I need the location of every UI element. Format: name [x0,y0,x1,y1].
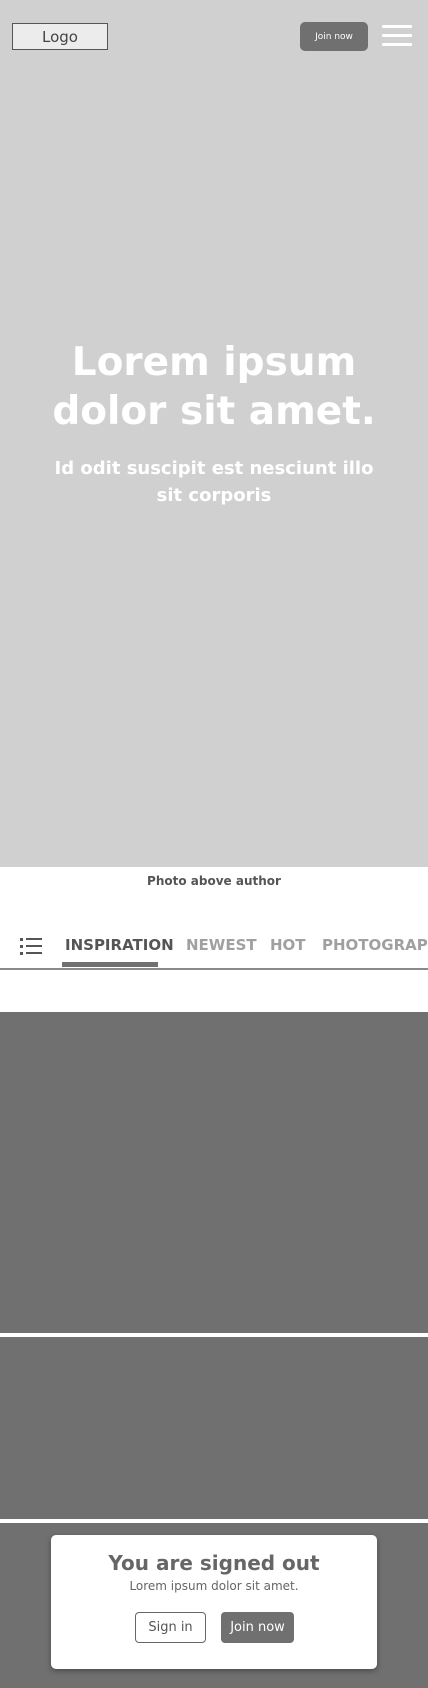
tab-photography[interactable]: PHOTOGRAPHY [322,936,428,966]
signed-out-card: You are signed out Lorem ipsum dolor sit… [51,1535,377,1669]
tab-newest[interactable]: NEWEST [186,936,257,966]
content-card-1[interactable] [0,1012,428,1333]
list-icon[interactable] [20,938,42,956]
join-now-button[interactable]: Join now [300,22,368,51]
logo[interactable]: Logo [12,23,108,50]
join-now-card-button[interactable]: Join now [221,1612,294,1643]
hamburger-menu-icon[interactable] [382,25,412,49]
photo-caption: Photo above author [147,874,281,888]
hero-subtitle: Id odit suscipit est nesciunt illo sit c… [54,458,374,506]
signed-out-subtitle: Lorem ipsum dolor sit amet. [129,1579,299,1593]
signed-out-title: You are signed out [108,1551,320,1575]
category-tab-bar: INSPIRATION NEWEST HOT PHOTOGRAPHY [0,918,428,970]
hero-section: Logo Join now Lorem ipsum dolor sit amet… [0,0,428,867]
tab-hot[interactable]: HOT [270,936,306,966]
active-tab-indicator [62,962,158,967]
hero-title: Lorem ipsum dolor sit amet. [52,340,376,434]
sign-in-button[interactable]: Sign in [135,1612,206,1643]
content-card-2[interactable] [0,1337,428,1519]
